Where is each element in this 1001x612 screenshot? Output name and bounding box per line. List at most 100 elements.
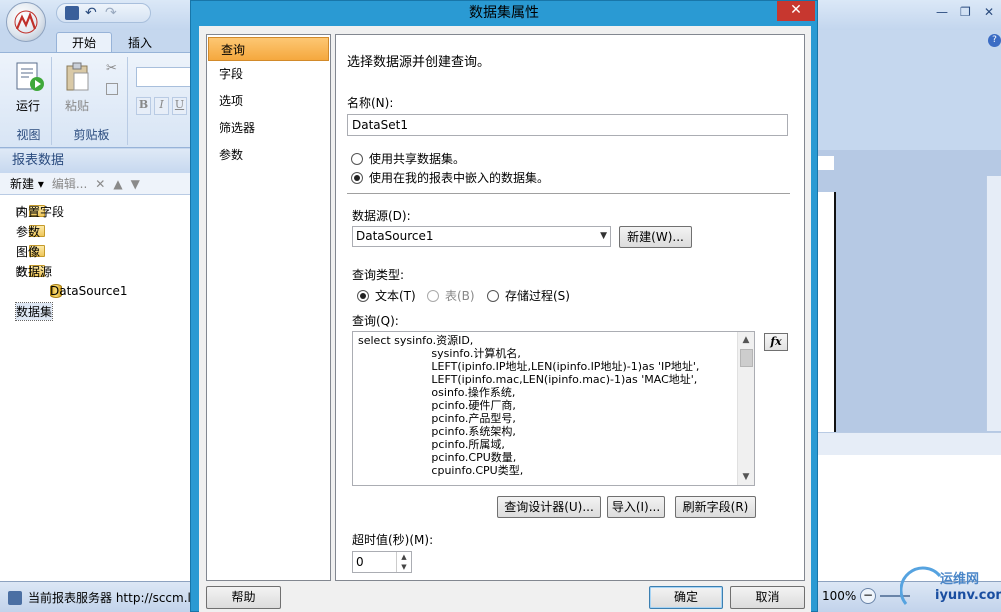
nav-item-fields[interactable]: 字段 [207,61,330,88]
tree-item-label: 参数 [16,224,41,239]
embedded-dataset-label: 使用在我的报表中嵌入的数据集。 [369,171,550,185]
stepper-up-icon[interactable]: ▲ [397,552,411,562]
import-button[interactable]: 导入(I)... [607,496,665,518]
name-label: 名称(N): [347,96,394,110]
minimize-icon[interactable]: — [936,6,948,18]
tree-item-builtin-fields[interactable]: + 内置字段 [16,201,191,221]
group-view-label: 视图 [16,128,41,142]
watermark-text: 运维网 [940,572,980,587]
report-data-pane: 报表数据 新建 ▾ 编辑... ✕ ▲ ▼ + 内置字段 参数 图像 − 数据源 [0,149,192,581]
help-button[interactable]: 帮助 [206,586,281,609]
shared-dataset-option[interactable]: 使用共享数据集。 [351,150,465,167]
scroll-thumb[interactable] [740,349,753,367]
new-menu-button[interactable]: 新建 ▾ [10,175,44,192]
redo-icon[interactable]: ↷ [105,6,119,20]
embedded-dataset-option[interactable]: 使用在我的报表中嵌入的数据集。 [351,169,549,186]
restore-icon[interactable]: ❐ [960,6,972,18]
nav-item-options[interactable]: 选项 [207,88,330,115]
query-type-sp-label: 存储过程(S) [505,289,570,303]
nav-item-parameters[interactable]: 参数 [207,142,330,169]
ribbon-group-font: B I U [134,57,192,145]
query-type-table-label: 表(B) [445,289,475,303]
tree-item-parameters[interactable]: 参数 [16,221,191,241]
dialog-nav-list: 查询 字段 选项 筛选器 参数 [206,34,331,581]
dataset-properties-dialog: 数据集属性 ✕ 查询 字段 选项 筛选器 参数 选择数据源并创建查询。 名称(N… [190,0,818,612]
query-designer-button[interactable]: 查询设计器(U)... [497,496,601,518]
canvas-vertical-scrollbar[interactable] [986,176,1001,431]
ok-button[interactable]: 确定 [649,586,723,609]
save-icon[interactable] [65,6,79,20]
edit-button[interactable]: 编辑... [52,175,87,192]
query-editor[interactable]: select sysinfo.资源ID, sysinfo.计算机名, LEFT(… [352,331,755,486]
bold-icon[interactable]: B [136,97,151,115]
new-datasource-button[interactable]: 新建(W)... [619,226,692,248]
tab-home[interactable]: 开始 [56,32,112,53]
delete-icon[interactable]: ✕ [95,177,105,191]
ribbon-tabs: 开始 插入 [0,30,190,53]
help-icon[interactable]: ? [988,34,1001,47]
server-icon [8,590,22,605]
radio-checked-icon[interactable] [357,289,369,302]
nav-item-query[interactable]: 查询 [208,37,329,61]
report-page[interactable] [818,192,836,432]
tree-item-datasource1[interactable]: DataSource1 [16,281,191,301]
watermark-url: iyunv.com [935,588,1001,603]
stepper-down-icon[interactable]: ▼ [397,562,411,572]
copy-icon[interactable] [106,83,118,95]
scroll-down-icon[interactable]: ▼ [738,469,754,485]
radio-unchecked-icon[interactable] [351,152,363,165]
query-page: 选择数据源并创建查询。 名称(N): DataSet1 使用共享数据集。 使用在… [335,34,805,581]
dialog-title: 数据集属性 [469,5,539,21]
design-canvas [818,150,1001,455]
radio-checked-icon[interactable] [351,171,363,184]
ribbon-group-view: 运行 视图 [6,57,52,145]
italic-icon[interactable]: I [154,97,169,115]
refresh-fields-button[interactable]: 刷新字段(R) [675,496,756,518]
timeout-value: 0 [356,555,364,569]
format-buttons: B I U [136,97,187,115]
paste-button-label[interactable]: 粘贴 [65,97,89,114]
query-type-label: 查询类型: [352,268,405,282]
run-report-icon[interactable] [14,61,46,93]
tree-item-label: DataSource1 [50,284,128,298]
tree-item-datasets[interactable]: 数据集 [14,301,191,321]
tree-item-label: 数据集 [14,301,54,321]
datasource-select[interactable]: DataSource1 ▼ [352,226,611,247]
radio-unchecked-icon[interactable] [487,289,499,302]
tree-item-data-sources[interactable]: − 数据源 [16,261,191,281]
dialog-close-button[interactable]: ✕ [777,1,815,21]
query-type-text-label: 文本(T) [375,289,416,303]
nav-item-filters[interactable]: 筛选器 [207,115,330,142]
chevron-down-icon[interactable]: ▼ [600,231,607,241]
underline-icon[interactable]: U [172,97,187,115]
cut-icon[interactable]: ✂ [106,61,117,76]
run-button-label[interactable]: 运行 [16,97,40,114]
separator [347,193,790,194]
name-field[interactable]: DataSet1 [347,114,788,136]
undo-icon[interactable]: ↶ [85,6,99,20]
zoom-out-icon[interactable]: − [860,588,876,604]
scroll-up-icon[interactable]: ▲ [738,332,754,348]
expression-button[interactable]: fx [764,333,788,351]
query-text[interactable]: select sysinfo.资源ID, sysinfo.计算机名, LEFT(… [358,334,738,484]
tab-insert[interactable]: 插入 [128,33,152,53]
move-down-icon[interactable]: ▼ [131,177,140,191]
datasource-label: 数据源(D): [352,209,411,223]
query-type-text-option[interactable]: 文本(T) [357,287,416,304]
timeout-stepper[interactable]: 0 ▲ ▼ [352,551,412,573]
stepper-arrows[interactable]: ▲ ▼ [396,552,411,572]
cancel-button[interactable]: 取消 [730,586,805,609]
timeout-label: 超时值(秒)(M): [352,533,434,547]
close-window-icon[interactable]: ✕ [984,6,996,18]
paste-icon[interactable] [64,61,92,93]
query-scrollbar[interactable]: ▲ ▼ [737,332,754,485]
window-controls: — ❐ ✕ [936,6,996,18]
canvas-horizontal-scrollbar[interactable] [818,432,1001,455]
query-type-sp-option[interactable]: 存储过程(S) [487,287,570,304]
ribbon: 运行 视图 粘贴 ✂ 剪贴板 B I U [0,52,192,148]
tree-item-images[interactable]: 图像 [16,241,191,261]
font-name-box[interactable] [136,67,192,87]
move-up-icon[interactable]: ▲ [113,177,122,191]
query-label: 查询(Q): [352,314,399,328]
query-type-table-option: 表(B) [427,287,475,304]
